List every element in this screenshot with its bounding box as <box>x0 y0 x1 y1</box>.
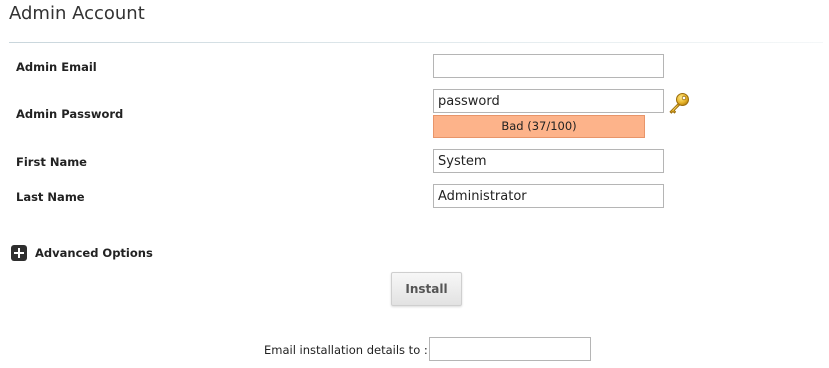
section-title: Admin Account <box>9 3 145 24</box>
section-divider <box>9 42 823 43</box>
key-icon[interactable] <box>667 91 691 115</box>
first-name-input[interactable] <box>433 149 664 173</box>
password-strength-meter: Bad (37/100) <box>433 115 645 138</box>
last-name-label: Last Name <box>16 190 85 204</box>
advanced-options-toggle[interactable]: Advanced Options <box>11 244 153 262</box>
email-details-input[interactable] <box>429 337 591 361</box>
admin-password-input[interactable] <box>433 89 664 113</box>
email-details-label: Email installation details to : <box>264 343 428 357</box>
plus-icon[interactable] <box>11 245 27 261</box>
last-name-input[interactable] <box>433 184 664 208</box>
admin-email-input[interactable] <box>433 54 664 78</box>
first-name-label: First Name <box>16 155 87 169</box>
install-button[interactable]: Install <box>391 272 462 306</box>
admin-password-label: Admin Password <box>16 107 124 121</box>
admin-email-label: Admin Email <box>16 60 97 74</box>
advanced-options-label: Advanced Options <box>35 246 153 260</box>
